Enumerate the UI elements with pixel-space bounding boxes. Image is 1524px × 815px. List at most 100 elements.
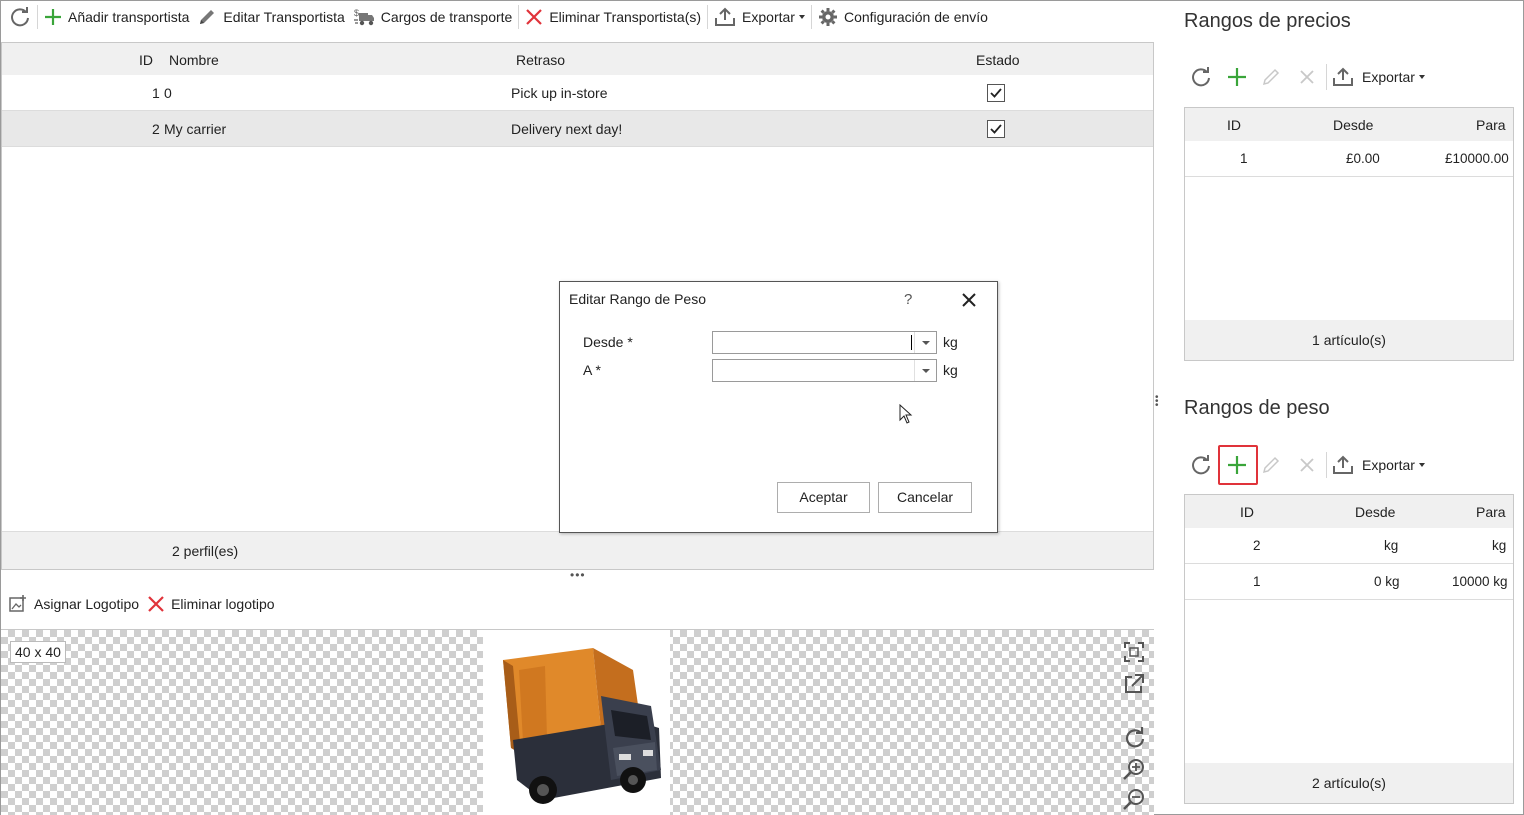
chevron-down-icon: [1418, 463, 1425, 467]
edit-carrier-button[interactable]: Editar Transportista: [193, 3, 348, 31]
mouse-cursor-icon: [899, 404, 913, 424]
column-header-id[interactable]: ID: [139, 52, 153, 68]
pencil-icon: [1262, 68, 1280, 86]
external-link-icon: [1125, 674, 1144, 693]
fit-screen-icon: [1124, 642, 1144, 662]
export-button[interactable]: Exportar: [710, 3, 809, 31]
export-label: Exportar: [1362, 69, 1415, 85]
status-checkbox[interactable]: [987, 84, 1005, 102]
column-header-status[interactable]: Estado: [976, 52, 1020, 68]
fit-to-screen-button[interactable]: [1122, 640, 1146, 664]
column-header-from[interactable]: Desde: [1333, 117, 1373, 133]
refresh-icon: [1192, 67, 1210, 87]
refresh-button[interactable]: [1188, 64, 1214, 90]
to-unit: kg: [943, 362, 958, 378]
add-price-range-button[interactable]: [1224, 64, 1250, 90]
export-button[interactable]: Exportar: [1332, 452, 1425, 478]
export-icon: [1333, 455, 1353, 474]
cell-name: 0: [164, 85, 172, 101]
separator: [1326, 452, 1327, 478]
open-external-button[interactable]: [1122, 672, 1146, 696]
cancel-button[interactable]: Cancelar: [878, 482, 972, 513]
to-input[interactable]: [712, 359, 937, 382]
export-button[interactable]: Exportar: [1332, 64, 1425, 90]
refresh-button[interactable]: [5, 3, 35, 31]
table-row[interactable]: 1 £0.00 £10000.00: [1185, 141, 1513, 177]
cell-id: 2: [152, 121, 160, 137]
cell-id: 2: [1253, 538, 1261, 553]
assign-image-icon: [9, 595, 26, 612]
edit-carrier-label: Editar Transportista: [223, 9, 345, 25]
rotate-button[interactable]: [1122, 726, 1146, 750]
export-label: Exportar: [742, 9, 795, 25]
edit-weight-range-dialog: Editar Rango de Peso ? Desde * kg A * kg…: [559, 281, 998, 533]
table-row[interactable]: 1 0 kg 10000 kg: [1185, 564, 1513, 600]
shipping-charges-button[interactable]: $ Cargos de transporte: [349, 3, 517, 31]
chevron-down-icon: [798, 15, 805, 19]
logo-image: [483, 630, 670, 815]
chevron-down-icon[interactable]: [914, 360, 936, 381]
zoom-out-button[interactable]: [1122, 788, 1146, 812]
export-icon: [1333, 67, 1353, 86]
shipping-settings-button[interactable]: Configuración de envío: [814, 3, 992, 31]
check-icon: [990, 88, 1002, 98]
plus-icon: [45, 9, 61, 25]
cell-from: kg: [1384, 538, 1399, 553]
add-carrier-label: Añadir transportista: [68, 9, 190, 25]
from-input[interactable]: [712, 331, 937, 354]
zoom-in-icon: [1123, 759, 1144, 780]
dialog-title: Editar Rango de Peso: [569, 291, 706, 307]
delete-price-range-button[interactable]: [1294, 64, 1320, 90]
edit-weight-range-button[interactable]: [1258, 452, 1284, 478]
from-label: Desde *: [583, 334, 633, 350]
add-carrier-button[interactable]: Añadir transportista: [40, 3, 193, 31]
help-button[interactable]: ?: [904, 291, 912, 308]
export-icon: [715, 7, 736, 26]
grid-header: ID Nombre Retraso Estado: [2, 43, 1153, 75]
assign-logo-button[interactable]: Asignar Logotipo: [4, 590, 143, 618]
cell-id: 1: [152, 85, 160, 101]
logo-preview-area: 40 x 40: [1, 629, 1154, 815]
remove-logo-label: Eliminar logotipo: [171, 596, 275, 612]
delete-carrier-label: Eliminar Transportista(s): [549, 9, 702, 25]
cell-to: kg: [1492, 538, 1507, 553]
export-label: Exportar: [1362, 457, 1415, 473]
record-count: 2 perfil(es): [172, 543, 239, 559]
remove-logo-button[interactable]: Eliminar logotipo: [143, 590, 279, 618]
to-label: A *: [583, 362, 601, 378]
truck-logo-image: [503, 648, 661, 804]
column-header-delay[interactable]: Retraso: [516, 52, 565, 68]
delete-icon: [1300, 70, 1314, 84]
delete-carrier-button[interactable]: Eliminar Transportista(s): [521, 3, 705, 31]
column-header-id[interactable]: ID: [1227, 117, 1241, 133]
zoom-out-icon: [1123, 789, 1144, 810]
pencil-icon: [200, 10, 215, 24]
price-ranges-title: Rangos de precios: [1184, 10, 1351, 32]
column-header-from[interactable]: Desde: [1355, 504, 1395, 520]
weight-ranges-grid: ID Desde Para 2 kg kg 1 0 kg 10000 kg 2 …: [1184, 494, 1514, 804]
close-button[interactable]: [961, 292, 977, 311]
from-unit: kg: [943, 334, 958, 350]
column-header-to[interactable]: Para: [1476, 117, 1506, 133]
cell-from: £0.00: [1346, 151, 1380, 166]
separator: [810, 5, 812, 29]
table-row[interactable]: 2 My carrier Delivery next day!: [2, 111, 1153, 147]
gear-icon: [818, 8, 837, 26]
horizontal-splitter[interactable]: •••: [570, 569, 586, 581]
edit-price-range-button[interactable]: [1258, 64, 1284, 90]
column-header-to[interactable]: Para: [1476, 504, 1506, 520]
vertical-splitter[interactable]: • • •: [1155, 393, 1159, 411]
delete-weight-range-button[interactable]: [1294, 452, 1320, 478]
refresh-button[interactable]: [1188, 452, 1214, 478]
status-checkbox[interactable]: [987, 120, 1005, 138]
image-size-badge: 40 x 40: [10, 641, 66, 663]
column-header-id[interactable]: ID: [1240, 504, 1254, 520]
table-row[interactable]: 2 kg kg: [1185, 528, 1513, 564]
chevron-down-icon[interactable]: [914, 332, 936, 353]
column-header-name[interactable]: Nombre: [169, 52, 219, 68]
table-row[interactable]: 1 0 Pick up in-store: [2, 75, 1153, 111]
zoom-in-button[interactable]: [1122, 758, 1146, 782]
shipping-charges-label: Cargos de transporte: [380, 9, 513, 25]
accept-button[interactable]: Aceptar: [777, 482, 870, 513]
cell-delay: Pick up in-store: [511, 85, 608, 101]
